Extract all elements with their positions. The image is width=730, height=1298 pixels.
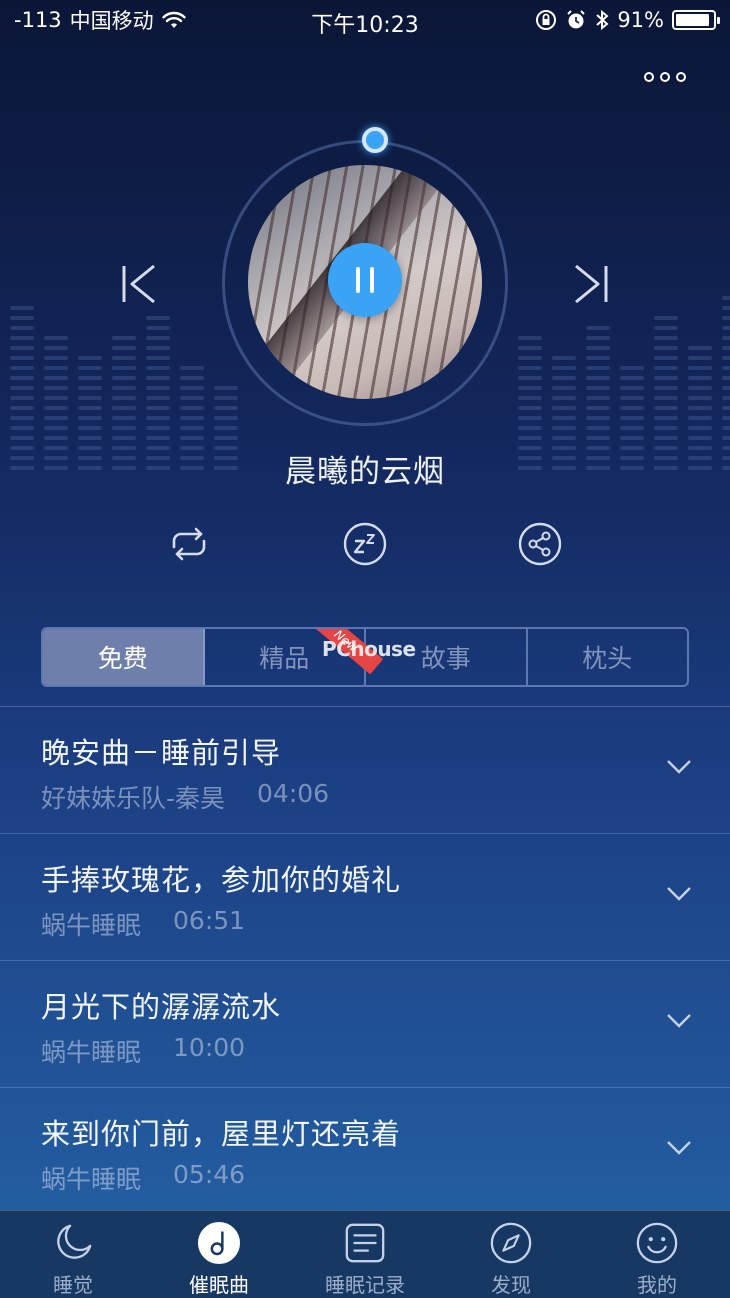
list-item[interactable]: 晚安曲－睡前引导 好妹妹乐队-秦昊 04:06 (0, 706, 730, 833)
equalizer-left-decoration (10, 280, 238, 470)
pause-icon (356, 267, 360, 293)
track-artist: 好妹妹乐队-秦昊 (41, 784, 226, 813)
compass-icon (490, 1222, 532, 1264)
chevron-down-icon[interactable] (666, 1013, 692, 1029)
battery-percent: 91% (617, 8, 664, 32)
music-note-icon (197, 1221, 241, 1265)
track-list: 晚安曲－睡前引导 好妹妹乐队-秦昊 04:06 手捧玫瑰花，参加你的婚礼 蜗牛睡眠… (0, 706, 730, 1214)
track-duration: 05:46 (173, 1160, 246, 1189)
sleep-zzz-icon (343, 522, 387, 566)
track-title: 手捧玫瑰花，参加你的婚礼 (41, 863, 402, 897)
tabbar-item-sleep-record[interactable]: 睡眠记录 (292, 1211, 438, 1298)
carrier-name: 中国移动 (69, 9, 154, 33)
list-item[interactable]: 手捧玫瑰花，参加你的婚礼 蜗牛睡眠 06:51 (0, 833, 730, 960)
chevron-down-icon[interactable] (666, 1140, 692, 1156)
smiley-icon (636, 1222, 678, 1264)
moon-icon (57, 1224, 92, 1259)
sleep-timer-button[interactable] (342, 521, 388, 567)
alarm-icon (567, 10, 586, 29)
previous-track-button[interactable] (118, 262, 162, 306)
next-track-button[interactable] (568, 262, 612, 306)
next-icon (575, 264, 608, 304)
more-dot-icon (676, 72, 686, 82)
share-button[interactable] (517, 521, 563, 567)
list-item[interactable]: 来到你门前，屋里灯还亮着 蜗牛睡眠 05:46 (0, 1087, 730, 1214)
bottom-tab-bar: 睡觉 催眠曲 睡眠记录 发现 我的 (0, 1210, 730, 1298)
signal-strength: -113 (14, 8, 62, 32)
more-dot-icon (660, 72, 670, 82)
track-title: 月光下的潺潺流水 (41, 990, 282, 1024)
previous-icon (122, 264, 155, 304)
equalizer-bar (722, 296, 730, 470)
rotation-lock-icon (536, 10, 557, 30)
repeat-icon (172, 527, 206, 561)
track-title: 晚安曲－睡前引导 (41, 736, 282, 770)
tabbar-item-me[interactable]: 我的 (584, 1211, 730, 1298)
tab-pillow[interactable]: 枕头 (528, 629, 688, 685)
tab-free[interactable]: 免费 (43, 629, 205, 685)
track-title: 来到你门前，屋里灯还亮着 (41, 1117, 402, 1151)
repeat-button[interactable] (166, 521, 212, 567)
tabbar-item-sleep[interactable]: 睡觉 (0, 1211, 146, 1298)
list-item[interactable]: 月光下的潺潺流水 蜗牛睡眠 10:00 (0, 960, 730, 1087)
status-bar: -113 中国移动 下午10:23 91% (0, 0, 730, 40)
battery-level-fill (676, 14, 709, 26)
progress-handle[interactable] (362, 127, 388, 153)
song-title: 晨曦的云烟 (285, 454, 445, 490)
track-duration: 10:00 (173, 1033, 246, 1062)
pause-button[interactable] (328, 243, 402, 317)
document-icon (345, 1223, 385, 1263)
track-artist: 蜗牛睡眠 (41, 1038, 142, 1067)
track-duration: 06:51 (173, 906, 246, 935)
bluetooth-icon (596, 9, 609, 31)
chevron-down-icon[interactable] (666, 886, 692, 902)
track-duration: 04:06 (257, 779, 330, 808)
equalizer-right-decoration (518, 280, 730, 470)
more-dot-icon (644, 72, 654, 82)
battery-icon (672, 10, 720, 30)
more-options-button[interactable] (644, 72, 686, 82)
track-artist: 蜗牛睡眠 (41, 911, 142, 940)
wifi-icon (161, 11, 186, 28)
share-icon (518, 522, 562, 566)
watermark: PChouse (322, 637, 416, 661)
chevron-down-icon[interactable] (666, 759, 692, 775)
tabbar-item-discover[interactable]: 发现 (438, 1211, 584, 1298)
tabbar-item-lullaby[interactable]: 催眠曲 (146, 1211, 292, 1298)
track-artist: 蜗牛睡眠 (41, 1165, 142, 1194)
